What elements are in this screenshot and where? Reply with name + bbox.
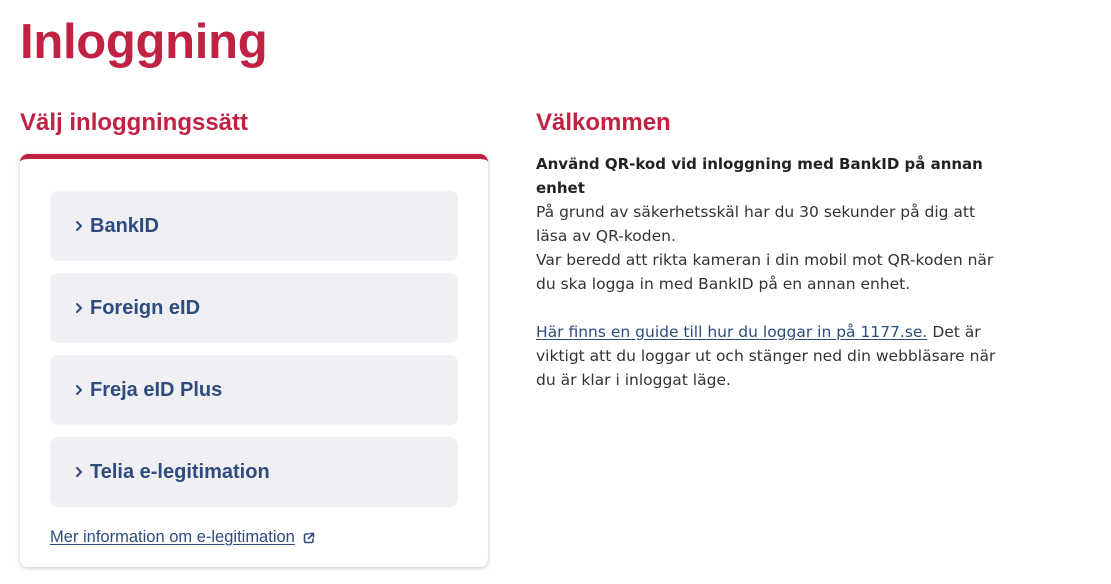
- qr-info-title: Använd QR-kod vid inloggning med BankID …: [536, 155, 983, 197]
- login-method-label: Foreign eID: [90, 296, 201, 319]
- login-methods-heading: Välj inloggningssätt: [20, 109, 249, 136]
- chevron-right-icon: [70, 217, 88, 235]
- qr-info-text-1: På grund av säkerhetsskäl har du 30 seku…: [536, 203, 976, 245]
- login-method-label: Telia e-legitimation: [90, 460, 270, 483]
- login-method-foreign-eid[interactable]: Foreign eID: [50, 273, 458, 343]
- guide-paragraph: Här finns en guide till hur du loggar in…: [536, 320, 1006, 392]
- login-method-label: Freja eID Plus: [90, 378, 223, 401]
- welcome-heading: Välkommen: [536, 109, 671, 136]
- external-link-icon[interactable]: [302, 531, 316, 545]
- more-info-row: Mer information om e-legitimation: [50, 528, 316, 547]
- login-method-list: BankID Foreign eID Freja eID Plus Telia …: [50, 191, 458, 519]
- guide-link[interactable]: Här finns en guide till hur du loggar in…: [536, 323, 927, 341]
- login-methods-card: BankID Foreign eID Freja eID Plus Telia …: [20, 154, 488, 567]
- qr-info-text-2: Var beredd att rikta kameran i din mobil…: [536, 251, 994, 293]
- login-method-freja-eid-plus[interactable]: Freja eID Plus: [50, 355, 458, 425]
- login-method-bankid[interactable]: BankID: [50, 191, 458, 261]
- chevron-right-icon: [70, 299, 88, 317]
- login-method-telia[interactable]: Telia e-legitimation: [50, 437, 458, 507]
- more-info-link[interactable]: Mer information om e-legitimation: [50, 528, 295, 547]
- page-title: Inloggning: [20, 15, 268, 69]
- chevron-right-icon: [70, 381, 88, 399]
- login-method-label: BankID: [90, 214, 159, 237]
- chevron-right-icon: [70, 463, 88, 481]
- welcome-section: Använd QR-kod vid inloggning med BankID …: [536, 152, 1006, 392]
